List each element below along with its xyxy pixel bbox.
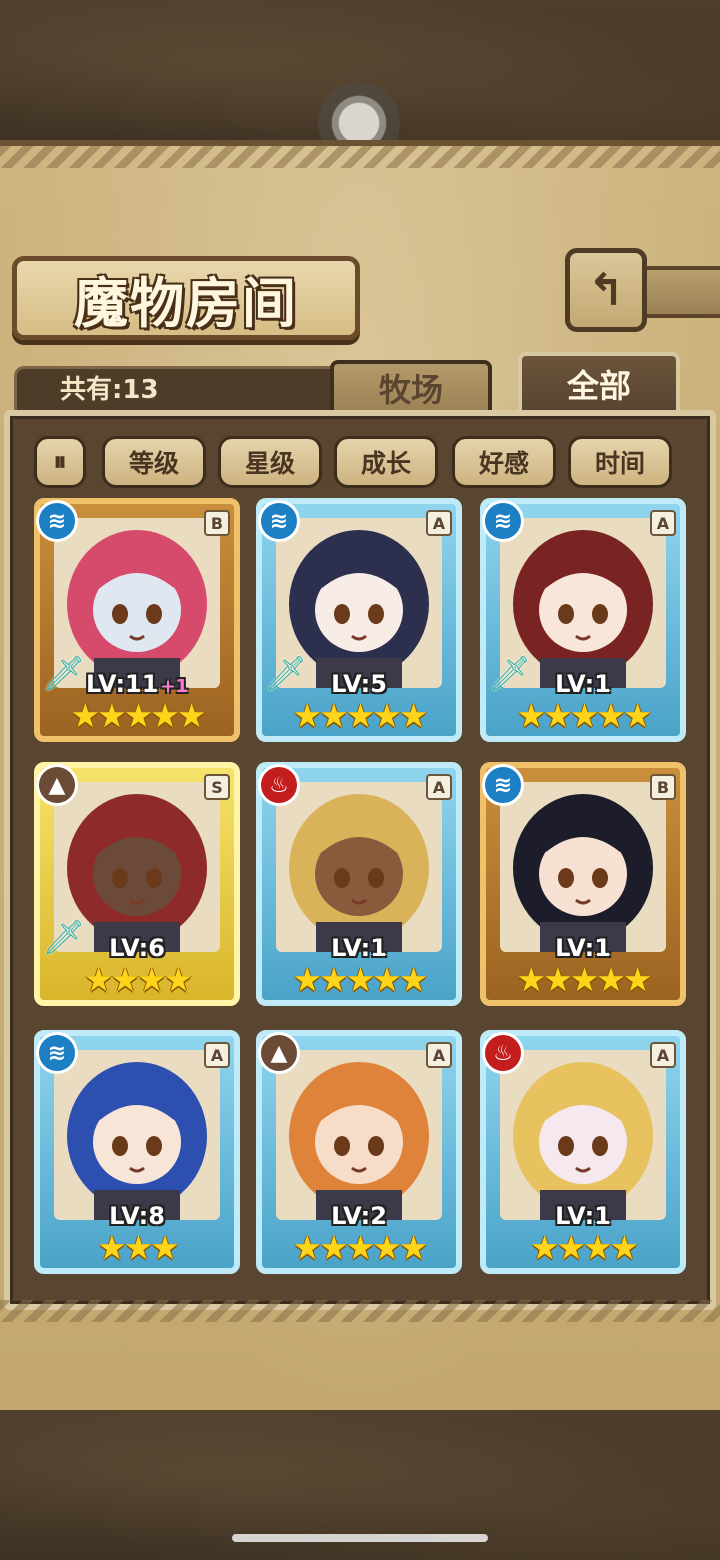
star-rating: ★★★★★ [292, 696, 429, 735]
star-rating: ★★★★★ [516, 960, 653, 999]
star-rating: ★★★★ [529, 1228, 639, 1267]
tab-all[interactable]: 全部 [518, 352, 680, 412]
rank-badge: B [650, 774, 676, 800]
level-text: LV:1 [555, 670, 611, 698]
level-text: LV:2 [331, 1202, 387, 1230]
monster-card[interactable]: ♨ A LV:1 ★★★★ [480, 1030, 686, 1274]
filter-time-button[interactable]: 时间 [568, 436, 672, 488]
level-label: LV:1 [486, 934, 680, 962]
rank-badge: A [650, 510, 676, 536]
water-element-icon: ≋ [482, 764, 524, 806]
back-arrow-icon: ↰ [587, 264, 625, 316]
level-label: LV:1 [262, 934, 456, 962]
filter-affection-button[interactable]: 好感 [452, 436, 556, 488]
panel-bottom-border [0, 1300, 720, 1322]
star-rating: ★★★★ [83, 960, 193, 999]
monster-art [54, 1050, 220, 1220]
monster-card[interactable]: ≋ A 🗡 LV:5 ★★★★★ [256, 498, 462, 742]
level-text: LV:11 [85, 670, 159, 698]
monster-card[interactable]: ≋ B 🗡 LV:11 +1 ★★★★★ [34, 498, 240, 742]
water-element-icon: ≋ [36, 1032, 78, 1074]
monster-card[interactable]: ♨ A LV:1 ★★★★★ [256, 762, 462, 1006]
rank-badge: S [204, 774, 230, 800]
filter-star-button[interactable]: 星级 [218, 436, 322, 488]
rank-badge: B [204, 510, 230, 536]
monster-card[interactable]: ≋ A LV:8 ★★★ [34, 1030, 240, 1274]
monster-count: 共有:13 [60, 375, 159, 405]
home-indicator[interactable] [232, 1534, 488, 1542]
monster-art [276, 1050, 442, 1220]
tab-ranch[interactable]: 牧场 [330, 360, 492, 412]
filter-bar: ⏸ 等级 星级 成长 好感 时间 [34, 436, 684, 490]
level-label: LV:5 [262, 670, 456, 698]
monster-card[interactable]: ≋ A 🗡 LV:1 ★★★★★ [480, 498, 686, 742]
level-text: LV:1 [555, 1202, 611, 1230]
water-element-icon: ≋ [482, 500, 524, 542]
monster-portrait [500, 1050, 666, 1220]
star-rating: ★★★ [97, 1228, 180, 1267]
rank-badge: A [426, 1042, 452, 1068]
level-label: LV:1 [486, 670, 680, 698]
level-plus-bonus: +1 [160, 676, 189, 697]
level-text: LV:5 [331, 670, 387, 698]
level-label: LV:6 [40, 934, 234, 962]
fire-element-icon: ♨ [482, 1032, 524, 1074]
monster-art [276, 782, 442, 952]
monster-portrait [276, 1050, 442, 1220]
monster-card[interactable]: ▲ A LV:2 ★★★★★ [256, 1030, 462, 1274]
rank-badge: A [426, 510, 452, 536]
level-text: LV:8 [109, 1202, 165, 1230]
panel-top-border [0, 146, 720, 168]
rank-badge: A [204, 1042, 230, 1068]
earth-element-icon: ▲ [258, 1032, 300, 1074]
level-text: LV:1 [331, 934, 387, 962]
filter-level-button[interactable]: 等级 [102, 436, 206, 488]
monster-art [500, 1050, 666, 1220]
star-rating: ★★★★★ [292, 960, 429, 999]
earth-element-icon: ▲ [36, 764, 78, 806]
level-text: LV:1 [555, 934, 611, 962]
level-label: LV:11 +1 [40, 670, 234, 698]
back-control: ↰ [565, 248, 720, 334]
sort-order-toggle[interactable]: ⏸ [34, 436, 86, 488]
water-element-icon: ≋ [36, 500, 78, 542]
monster-art [500, 782, 666, 952]
page-title: 魔物房间 [74, 270, 298, 335]
level-label: LV:8 [40, 1202, 234, 1230]
monster-card[interactable]: ▲ S 🗡 LV:6 ★★★★ [34, 762, 240, 1006]
level-label: LV:2 [262, 1202, 456, 1230]
monster-portrait [276, 782, 442, 952]
rank-badge: A [650, 1042, 676, 1068]
monster-portrait [54, 1050, 220, 1220]
level-text: LV:6 [109, 934, 165, 962]
monster-portrait [500, 782, 666, 952]
page-title-banner: 魔物房间 [12, 256, 360, 340]
monster-card[interactable]: ≋ B LV:1 ★★★★★ [480, 762, 686, 1006]
rank-badge: A [426, 774, 452, 800]
fire-element-icon: ♨ [258, 764, 300, 806]
level-label: LV:1 [486, 1202, 680, 1230]
back-button[interactable]: ↰ [565, 248, 647, 332]
star-rating: ★★★★★ [292, 1228, 429, 1267]
star-rating: ★★★★★ [516, 696, 653, 735]
filter-growth-button[interactable]: 成长 [334, 436, 438, 488]
star-rating: ★★★★★ [70, 696, 207, 735]
water-element-icon: ≋ [258, 500, 300, 542]
